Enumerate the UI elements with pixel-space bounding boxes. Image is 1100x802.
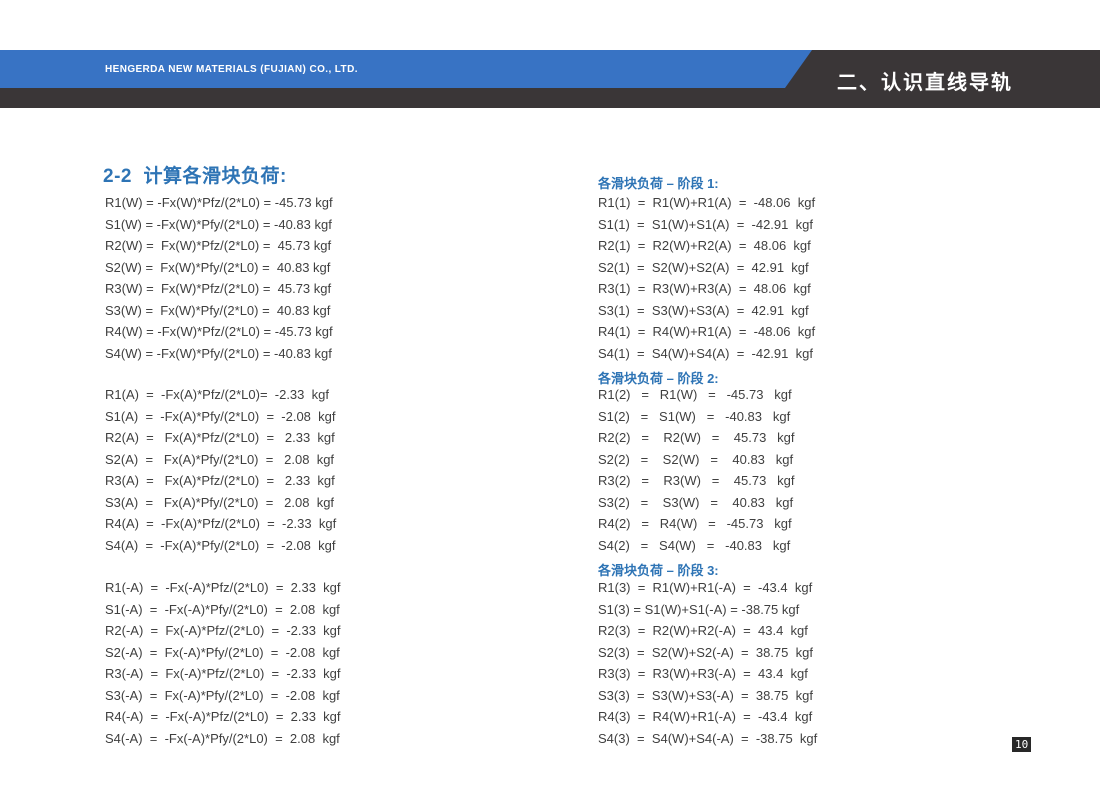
formula-line: S1(3) = S1(W)+S1(-A) = -38.75 kgf	[598, 599, 817, 621]
formula-line: R1(1) = R1(W)+R1(A) = -48.06 kgf	[598, 192, 815, 214]
formula-line: R4(1) = R4(W)+R1(A) = -48.06 kgf	[598, 321, 815, 343]
formula-block-phase-2: R1(2) = R1(W) = -45.73 kgf S1(2) = S1(W)…	[598, 384, 795, 556]
formula-line: S3(2) = S3(W) = 40.83 kgf	[598, 492, 795, 514]
formula-line: R3(1) = R3(W)+R3(A) = 48.06 kgf	[598, 278, 815, 300]
formula-line: R2(W) = Fx(W)*Pfz/(2*L0) = 45.73 kgf	[105, 235, 333, 257]
formula-line: S3(1) = S3(W)+S3(A) = 42.91 kgf	[598, 300, 815, 322]
formula-line: S4(A) = -Fx(A)*Pfy/(2*L0) = -2.08 kgf	[105, 535, 336, 557]
chapter-title: 二、认识直线导轨	[837, 66, 1013, 95]
formula-line: S2(2) = S2(W) = 40.83 kgf	[598, 449, 795, 471]
formula-line: R2(2) = R2(W) = 45.73 kgf	[598, 427, 795, 449]
formula-line: R3(3) = R3(W)+R3(-A) = 43.4 kgf	[598, 663, 817, 685]
formula-line: S4(-A) = -Fx(-A)*Pfy/(2*L0) = 2.08 kgf	[105, 728, 341, 750]
page-title: 2-2 计算各滑块负荷:	[103, 161, 287, 188]
formula-line: R2(3) = R2(W)+R2(-A) = 43.4 kgf	[598, 620, 817, 642]
page-number-badge: 10	[1012, 737, 1031, 752]
formula-line: R1(2) = R1(W) = -45.73 kgf	[598, 384, 795, 406]
formula-line: S1(2) = S1(W) = -40.83 kgf	[598, 406, 795, 428]
formula-line: R2(-A) = Fx(-A)*Pfz/(2*L0) = -2.33 kgf	[105, 620, 341, 642]
formula-line: S1(A) = -Fx(A)*Pfy/(2*L0) = -2.08 kgf	[105, 406, 336, 428]
formula-line: R3(2) = R3(W) = 45.73 kgf	[598, 470, 795, 492]
formula-block-phase-1: R1(1) = R1(W)+R1(A) = -48.06 kgf S1(1) =…	[598, 192, 815, 364]
formula-line: S3(W) = Fx(W)*Pfy/(2*L0) = 40.83 kgf	[105, 300, 333, 322]
formula-line: R2(1) = R2(W)+R2(A) = 48.06 kgf	[598, 235, 815, 257]
formula-line: S1(-A) = -Fx(-A)*Pfy/(2*L0) = 2.08 kgf	[105, 599, 341, 621]
formula-line: R1(W) = -Fx(W)*Pfz/(2*L0) = -45.73 kgf	[105, 192, 333, 214]
formula-line: R3(-A) = Fx(-A)*Pfz/(2*L0) = -2.33 kgf	[105, 663, 341, 685]
formula-line: R1(A) = -Fx(A)*Pfz/(2*L0)= -2.33 kgf	[105, 384, 336, 406]
formula-line: S2(W) = Fx(W)*Pfy/(2*L0) = 40.83 kgf	[105, 257, 333, 279]
formula-line: S4(3) = S4(W)+S4(-A) = -38.75 kgf	[598, 728, 817, 750]
formula-block-neg-a: R1(-A) = -Fx(-A)*Pfz/(2*L0) = 2.33 kgf S…	[105, 577, 341, 749]
formula-line: R4(3) = R4(W)+R1(-A) = -43.4 kgf	[598, 706, 817, 728]
formula-line: R1(-A) = -Fx(-A)*Pfz/(2*L0) = 2.33 kgf	[105, 577, 341, 599]
company-banner: HENGERDA NEW MATERIALS (FUJIAN) CO., LTD…	[0, 50, 812, 88]
formula-line: R4(A) = -Fx(A)*Pfz/(2*L0) = -2.33 kgf	[105, 513, 336, 535]
formula-line: R3(A) = Fx(A)*Pfz/(2*L0) = 2.33 kgf	[105, 470, 336, 492]
company-name: HENGERDA NEW MATERIALS (FUJIAN) CO., LTD…	[0, 64, 358, 75]
formula-line: S3(-A) = Fx(-A)*Pfy/(2*L0) = -2.08 kgf	[105, 685, 341, 707]
formula-line: R2(A) = Fx(A)*Pfz/(2*L0) = 2.33 kgf	[105, 427, 336, 449]
formula-line: R4(-A) = -Fx(-A)*Pfz/(2*L0) = 2.33 kgf	[105, 706, 341, 728]
formula-line: S4(2) = S4(W) = -40.83 kgf	[598, 535, 795, 557]
formula-line: S2(3) = S2(W)+S2(-A) = 38.75 kgf	[598, 642, 817, 664]
formula-line: R4(2) = R4(W) = -45.73 kgf	[598, 513, 795, 535]
formula-line: S1(1) = S1(W)+S1(A) = -42.91 kgf	[598, 214, 815, 236]
formula-line: S3(A) = Fx(A)*Pfy/(2*L0) = 2.08 kgf	[105, 492, 336, 514]
formula-line: S3(3) = S3(W)+S3(-A) = 38.75 kgf	[598, 685, 817, 707]
formula-line: S2(1) = S2(W)+S2(A) = 42.91 kgf	[598, 257, 815, 279]
formula-block-w: R1(W) = -Fx(W)*Pfz/(2*L0) = -45.73 kgf S…	[105, 192, 333, 364]
formula-block-a: R1(A) = -Fx(A)*Pfz/(2*L0)= -2.33 kgf S1(…	[105, 384, 336, 556]
formula-line: S1(W) = -Fx(W)*Pfy/(2*L0) = -40.83 kgf	[105, 214, 333, 236]
formula-line: R4(W) = -Fx(W)*Pfz/(2*L0) = -45.73 kgf	[105, 321, 333, 343]
formula-line: R3(W) = Fx(W)*Pfz/(2*L0) = 45.73 kgf	[105, 278, 333, 300]
phase-1-heading: 各滑块负荷 – 阶段 1:	[598, 173, 719, 192]
formula-line: S4(1) = S4(W)+S4(A) = -42.91 kgf	[598, 343, 815, 365]
formula-block-phase-3: R1(3) = R1(W)+R1(-A) = -43.4 kgf S1(3) =…	[598, 577, 817, 749]
formula-line: R1(3) = R1(W)+R1(-A) = -43.4 kgf	[598, 577, 817, 599]
formula-line: S2(-A) = Fx(-A)*Pfy/(2*L0) = -2.08 kgf	[105, 642, 341, 664]
formula-line: S4(W) = -Fx(W)*Pfy/(2*L0) = -40.83 kgf	[105, 343, 333, 365]
formula-line: S2(A) = Fx(A)*Pfy/(2*L0) = 2.08 kgf	[105, 449, 336, 471]
